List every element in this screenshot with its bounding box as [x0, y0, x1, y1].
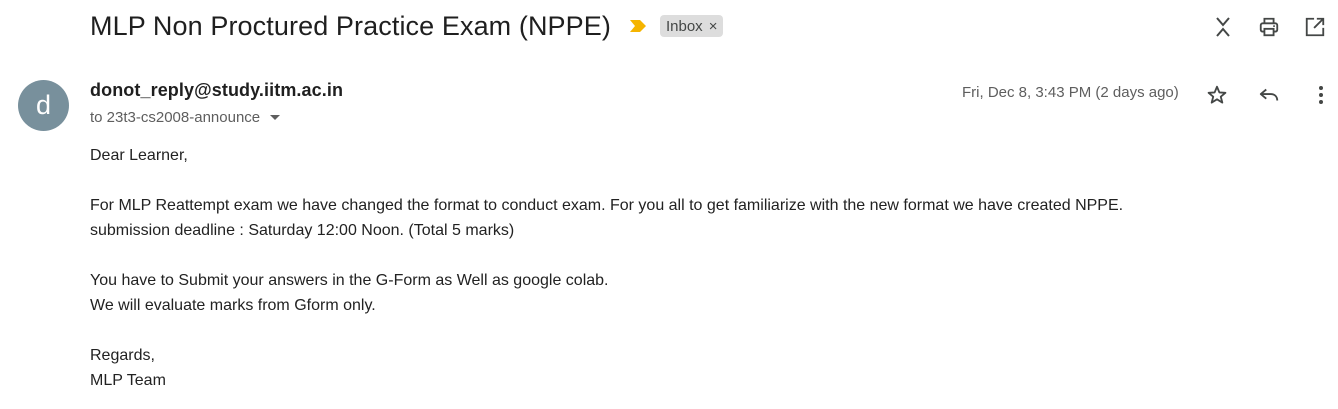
more-vert-icon[interactable] [1306, 80, 1336, 110]
chevron-down-icon[interactable] [270, 115, 281, 120]
body-text-line: We will evaluate marks from Gform only. [90, 297, 376, 314]
remove-label-icon[interactable]: × [709, 18, 718, 35]
recipient-text: to 23t3-cs2008-announce [90, 109, 261, 126]
email-body: Dear Learner, For MLP Reattempt exam we … [90, 143, 1123, 393]
sender-avatar[interactable]: d [18, 80, 69, 131]
star-icon[interactable] [1202, 80, 1232, 110]
email-subject: MLP Non Proctured Practice Exam (NPPE) [90, 10, 611, 41]
body-greeting: Dear Learner, [90, 147, 188, 164]
inbox-label-chip[interactable]: Inbox × [659, 15, 724, 37]
inbox-label-text: Inbox [665, 17, 703, 35]
print-icon[interactable] [1254, 12, 1284, 42]
email-timestamp: Fri, Dec 8, 3:43 PM (2 days ago) [962, 84, 1179, 101]
email-view: MLP Non Proctured Practice Exam (NPPE) I… [0, 0, 1338, 409]
body-text-line: You have to Submit your answers in the G… [90, 272, 609, 289]
importance-marker-icon[interactable] [629, 19, 647, 33]
open-in-new-window-icon[interactable] [1300, 12, 1330, 42]
body-closing: Regards, [90, 347, 155, 364]
collapse-all-icon[interactable] [1208, 12, 1238, 42]
thread-toolbar [1192, 12, 1330, 42]
message-actions [1180, 80, 1336, 110]
body-text-line: submission deadline : Saturday 12:00 Noo… [90, 222, 515, 239]
sender-address[interactable]: donot_reply@study.iitm.ac.in [90, 80, 343, 101]
body-text-line: For MLP Reattempt exam we have changed t… [90, 197, 1124, 214]
reply-icon[interactable] [1254, 80, 1284, 110]
recipient-line: to 23t3-cs2008-announce [90, 109, 281, 126]
body-signature: MLP Team [90, 372, 166, 389]
subject-row: MLP Non Proctured Practice Exam (NPPE) I… [90, 8, 724, 44]
